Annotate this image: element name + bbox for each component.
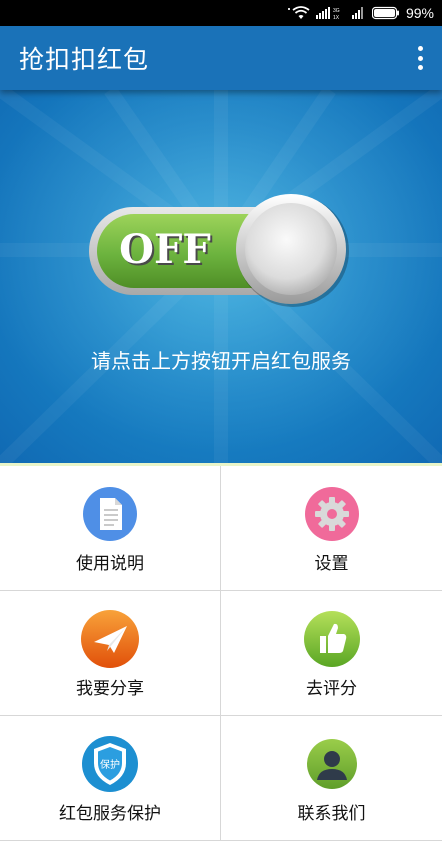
overflow-dot [417,46,423,51]
menu-item-rate[interactable]: 去评分 [221,591,442,716]
shield-badge-text: 保护 [100,758,120,771]
menu-item-label: 我要分享 [76,679,144,699]
notification-dot [288,8,290,10]
menu-item-label: 红包服务保护 [59,804,161,824]
menu-item-label: 去评分 [306,679,357,699]
second-signal-icon [351,7,363,19]
menu-item-instructions[interactable]: 使用说明 [0,466,221,591]
menu-grid: 使用说明 设置 我要分享 去评分 保护 红包服务保护 联系我们 [0,466,442,841]
menu-item-label: 使用说明 [76,554,144,574]
toggle-state-label: OFF [119,226,211,273]
overflow-menu-button[interactable] [410,44,430,72]
overflow-dot [417,65,423,70]
app-title: 抢扣扣红包 [19,45,150,74]
menu-item-label: 联系我们 [297,804,366,824]
gear-icon [304,487,359,541]
user-icon [306,739,357,789]
menu-item-settings[interactable]: 设置 [221,466,442,591]
document-icon [83,487,137,541]
paper-plane-icon [81,610,139,668]
status-icons: 3G 1X 99% [292,0,434,26]
network-type-top: 3G [333,8,340,14]
app-bar: 抢扣扣红包 [0,26,442,90]
cell-signal-icon: 3G 1X [315,7,340,20]
thumbs-up-icon [303,611,360,667]
hero-caption: 请点击上方按钮开启红包服务 [91,349,351,373]
battery-icon [371,6,399,20]
menu-item-label: 设置 [314,554,349,574]
overflow-dot [417,55,423,61]
hero-panel: OFF OFF 请点击上方按钮开启红包服务 [0,90,442,465]
network-type-bottom: 1X [333,15,340,20]
service-toggle-switch[interactable]: OFF OFF [87,193,349,311]
wifi-icon [292,6,310,19]
menu-item-contact[interactable]: 联系我们 [221,716,442,841]
menu-item-share[interactable]: 我要分享 [0,591,221,716]
status-bar: 3G 1X 99% [0,0,442,26]
shield-icon: 保护 [82,736,138,792]
menu-item-protection[interactable]: 保护 红包服务保护 [0,716,221,841]
battery-percent: 99% [405,5,434,21]
